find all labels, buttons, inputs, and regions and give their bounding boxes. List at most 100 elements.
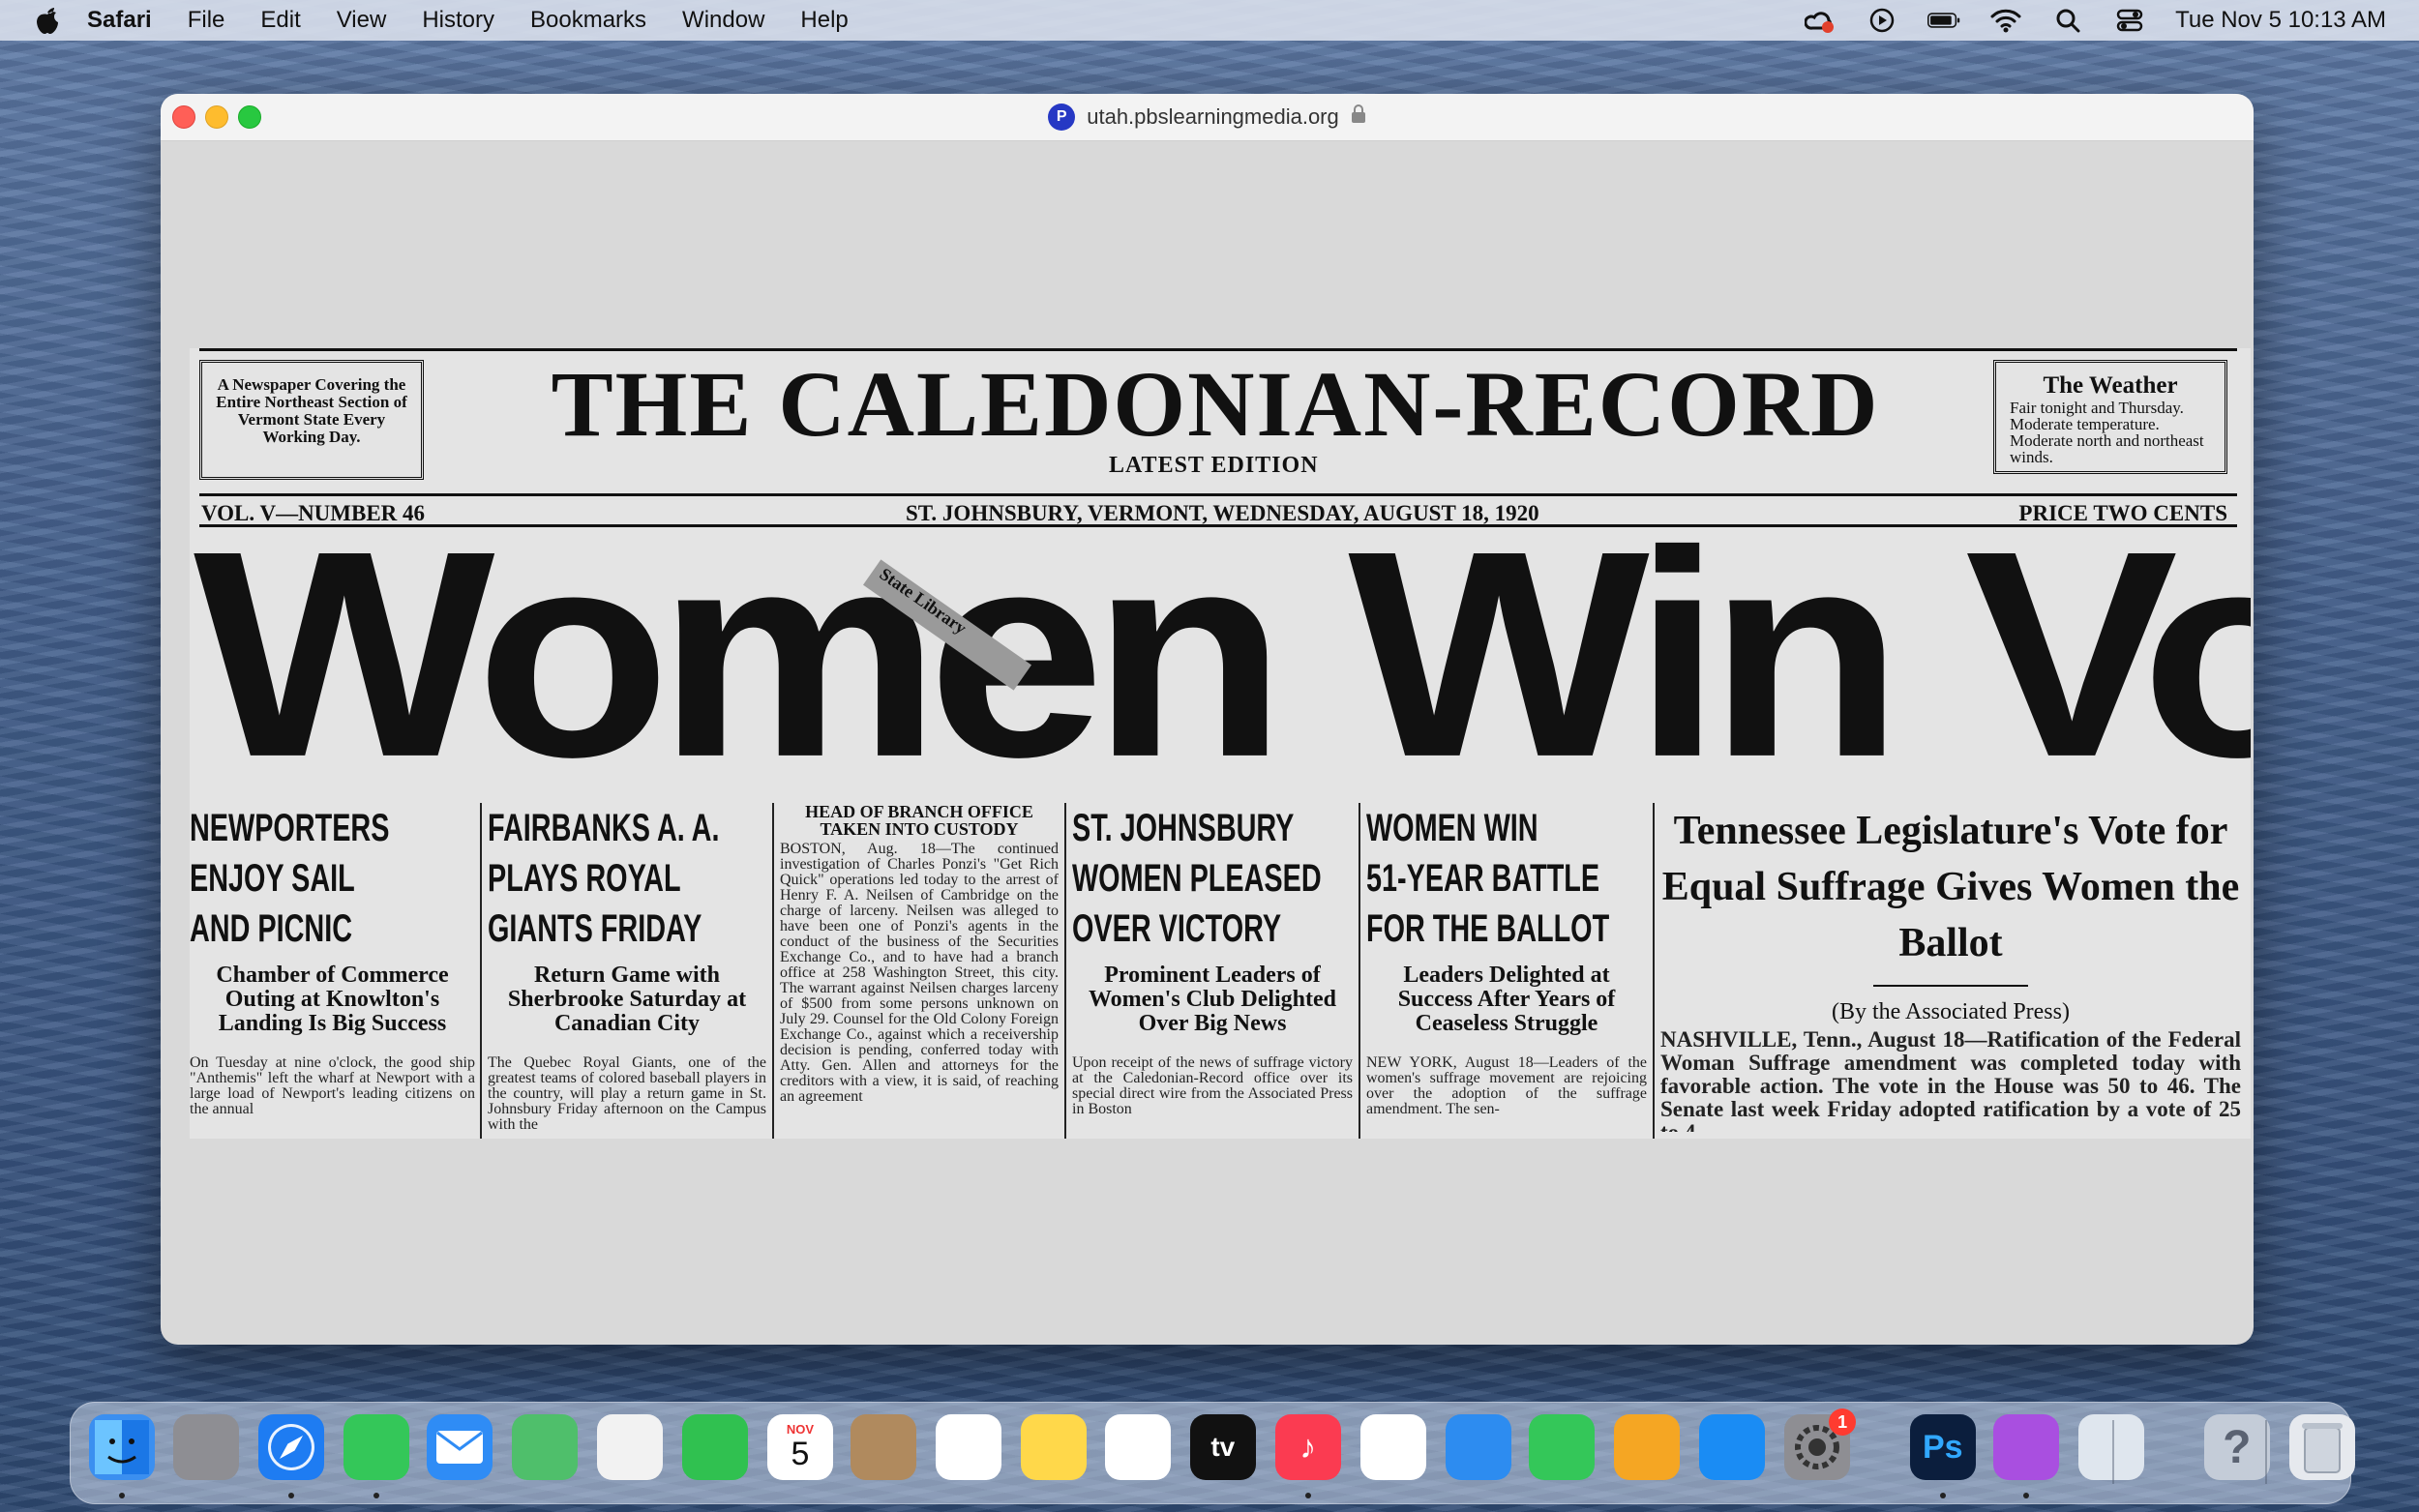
wifi-icon[interactable]	[1989, 6, 2022, 35]
apple-icon[interactable]	[29, 2, 66, 39]
article-tennessee: Tennessee Legislature's Vote for Equal S…	[1660, 803, 2241, 1132]
menu-clock[interactable]: Tue Nov 5 10:13 AM	[2175, 7, 2386, 34]
running-indicator	[373, 1493, 379, 1498]
article-subhead: Return Game with Sherbrooke Saturday at …	[507, 963, 747, 1036]
menu-file[interactable]: File	[188, 7, 225, 34]
headline-banner: Women Win Vote	[194, 489, 2251, 818]
battery-icon[interactable]	[1927, 6, 1960, 35]
safari-icon[interactable]	[257, 1414, 324, 1480]
running-indicator	[1304, 1493, 1311, 1498]
article-body: Upon receipt of the news of suffrage vic…	[1072, 1054, 1353, 1117]
weather-title: The Weather	[2043, 372, 2178, 399]
title-bar: P utah.pbslearningmedia.org	[161, 94, 2254, 141]
mail-icon[interactable]	[427, 1414, 493, 1480]
article-body: The Quebec Royal Giants, one of the grea…	[488, 1054, 766, 1133]
article-ponzi: HEAD OF BRANCH OFFICE TAKEN INTO CUSTODY…	[780, 803, 1059, 1132]
dock: NOV 5 tv ♪ 1 Ps?	[70, 1402, 2355, 1504]
column-rule	[1359, 803, 1360, 1139]
podcasts-icon[interactable]	[1993, 1414, 2060, 1480]
column-rule	[772, 803, 774, 1139]
launchpad-icon[interactable]	[172, 1414, 239, 1480]
running-indicator	[1939, 1493, 1946, 1498]
photos-icon[interactable]	[597, 1414, 663, 1480]
article-body: NASHVILLE, Tenn., August 18—Ratification…	[1660, 1027, 2241, 1133]
pbs-site-icon: P	[1048, 104, 1076, 131]
play-icon[interactable]	[1866, 6, 1898, 35]
article-subhead: Prominent Leaders of Women's Club Deligh…	[1088, 963, 1337, 1036]
article-headline: WOMEN WIN 51-YEAR BATTLE FOR THE BALLOT	[1366, 807, 1610, 950]
address-bar[interactable]: P utah.pbslearningmedia.org	[161, 94, 2254, 140]
menu-window[interactable]: Window	[682, 7, 764, 34]
article-body: NEW YORK, August 18—Leaders of the women…	[1366, 1054, 1647, 1117]
safari-window: P utah.pbslearningmedia.org A Newspaper …	[161, 94, 2254, 1345]
trash-icon[interactable]	[2288, 1414, 2355, 1480]
menu-bar: Safari File Edit View History Bookmarks …	[0, 0, 2419, 41]
article-body: BOSTON, Aug. 18—The continued investigat…	[780, 841, 1059, 1105]
photoshop-label: Ps	[1923, 1428, 1963, 1466]
help-icon[interactable]: ?	[2203, 1414, 2270, 1480]
article-st-johnsbury-women: ST. JOHNSBURY WOMEN PLEASED OVER VICTORY…	[1072, 803, 1353, 1132]
app-store-icon[interactable]	[1699, 1414, 1766, 1480]
weather-text: Fair tonight and Thursday. Moderate temp…	[2010, 399, 2204, 466]
article-headline: Tennessee Legislature's Vote for Equal S…	[1661, 809, 2240, 965]
settings-notification-badge: 1	[1829, 1408, 1857, 1436]
masthead-left-box: A Newspaper Covering the Entire Northeas…	[199, 360, 424, 480]
lock-icon	[1351, 104, 1366, 130]
pages-icon[interactable]	[1614, 1414, 1681, 1480]
notes-icon[interactable]	[1021, 1414, 1088, 1480]
contacts-icon[interactable]	[851, 1414, 917, 1480]
search-icon[interactable]	[2051, 6, 2084, 35]
article-headline: ST. JOHNSBURY WOMEN PLEASED OVER VICTORY	[1072, 807, 1322, 950]
freeform-icon[interactable]	[1104, 1414, 1171, 1480]
column-rule	[1653, 803, 1655, 1139]
menu-history[interactable]: History	[422, 7, 494, 34]
masthead-title: THE CALEDONIAN-RECORD	[551, 352, 1880, 456]
menu-edit[interactable]: Edit	[260, 7, 300, 34]
calendar-day: 5	[791, 1436, 810, 1472]
finder-icon[interactable]	[89, 1414, 156, 1480]
facetime-icon[interactable]	[682, 1414, 748, 1480]
menu-app-safari[interactable]: Safari	[87, 7, 152, 34]
article-headline: FAIRBANKS A. A. PLAYS ROYAL GIANTS FRIDA…	[488, 807, 720, 950]
music-icon[interactable]: ♪	[1274, 1414, 1341, 1480]
numbers-icon[interactable]	[1529, 1414, 1596, 1480]
article-fairbanks: FAIRBANKS A. A. PLAYS ROYAL GIANTS FRIDA…	[488, 803, 766, 1132]
creative-cloud-icon[interactable]	[1804, 6, 1837, 35]
maps-icon[interactable]	[512, 1414, 578, 1480]
column-rule	[1064, 803, 1066, 1139]
article-byline: (By the Associated Press)	[1832, 999, 2070, 1024]
dock-separator	[2265, 1420, 2267, 1484]
system-settings-icon[interactable]: 1	[1784, 1408, 1857, 1480]
headline-rule	[1873, 985, 2028, 987]
article-headline: HEAD OF BRANCH OFFICE TAKEN INTO CUSTODY	[805, 803, 1033, 839]
menu-view[interactable]: View	[337, 7, 387, 34]
article-newporters: NEWPORTERS ENJOY SAIL AND PICNIC Chamber…	[190, 803, 475, 1132]
newspaper-image: A Newspaper Covering the Entire Northeas…	[190, 348, 2251, 1139]
running-indicator	[119, 1493, 126, 1498]
column-rule	[480, 803, 482, 1139]
running-indicator	[2023, 1493, 2030, 1498]
article-body: On Tuesday at nine o'clock, the good shi…	[190, 1054, 475, 1117]
edition-label: LATEST EDITION	[1109, 453, 1319, 478]
article-subhead: Leaders Delighted at Success After Years…	[1397, 963, 1616, 1036]
news-icon[interactable]	[1359, 1414, 1426, 1480]
article-women-win-battle: WOMEN WIN 51-YEAR BATTLE FOR THE BALLOT …	[1366, 803, 1647, 1132]
messages-icon[interactable]	[343, 1414, 409, 1480]
control-center-icon[interactable]	[2113, 6, 2146, 35]
article-headline: NEWPORTERS ENJOY SAIL AND PICNIC	[190, 807, 390, 950]
calendar-month: NOV	[786, 1422, 815, 1437]
url-text: utah.pbslearningmedia.org	[1087, 104, 1339, 129]
keynote-icon[interactable]	[1445, 1414, 1511, 1480]
menu-bookmarks[interactable]: Bookmarks	[530, 7, 646, 34]
menu-help[interactable]: Help	[800, 7, 848, 34]
running-indicator	[287, 1493, 294, 1498]
weather-box: The Weather Fair tonight and Thursday. M…	[1993, 360, 2227, 474]
reminders-icon[interactable]	[936, 1414, 1002, 1480]
photoshop-icon[interactable]: Ps	[1909, 1414, 1976, 1480]
apple-tv-icon[interactable]: tv	[1189, 1414, 1256, 1480]
help-label: ?	[2223, 1421, 2252, 1473]
dock-separator	[2112, 1420, 2114, 1484]
calendar-icon[interactable]: NOV 5	[767, 1414, 833, 1480]
top-rule	[199, 348, 2237, 351]
article-subhead: Chamber of Commerce Outing at Knowlton's…	[216, 963, 449, 1036]
